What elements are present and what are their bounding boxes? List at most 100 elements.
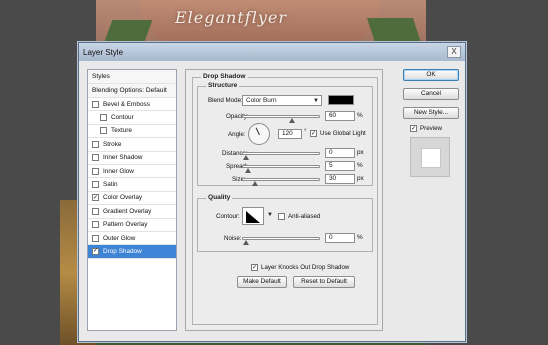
dialog-title: Layer Style: [83, 47, 124, 57]
preview-label: Preview: [420, 125, 443, 132]
style-item-label: Stroke: [103, 140, 122, 148]
opacity-input[interactable]: 60: [325, 111, 355, 121]
preview-swatch: [410, 137, 450, 177]
style-item-label: Inner Glow: [103, 167, 134, 175]
style-item-satin[interactable]: Satin: [88, 178, 176, 192]
anti-aliased-label: Anti-aliased: [288, 213, 321, 220]
spread-unit: %: [357, 162, 363, 169]
size-slider[interactable]: [242, 178, 320, 186]
background-title: Elegantflyer: [175, 8, 287, 27]
style-item-label: Gradient Overlay: [103, 207, 152, 215]
style-item-label: Color Overlay: [103, 194, 143, 202]
style-item-gradient-overlay[interactable]: Gradient Overlay: [88, 205, 176, 219]
use-global-light-label: Use Global Light: [320, 130, 366, 137]
layer-style-dialog: Layer Style X Styles Blending Options: D…: [78, 42, 466, 342]
spread-slider-thumb[interactable]: [245, 168, 251, 173]
structure-title: Structure: [206, 82, 240, 89]
checkbox-contour[interactable]: [100, 114, 107, 122]
style-item-stroke[interactable]: Stroke: [88, 138, 176, 152]
angle-needle: [255, 127, 260, 136]
style-item-inner-shadow[interactable]: Inner Shadow: [88, 152, 176, 165]
angle-input[interactable]: 120: [278, 129, 302, 139]
make-default-button[interactable]: Make Default: [237, 276, 287, 288]
style-item-label: Pattern Overlay: [103, 221, 148, 229]
style-item-label: Contour: [111, 114, 134, 122]
preview-inner: [421, 148, 441, 168]
style-item-contour[interactable]: Contour: [88, 111, 176, 125]
angle-dial[interactable]: [248, 123, 270, 145]
chevron-down-icon: ▼: [267, 212, 273, 218]
style-item-inner-glow[interactable]: Inner Glow: [88, 165, 176, 179]
drop-shadow-group: Drop Shadow Structure Blend Mode: Color …: [192, 73, 378, 325]
checkbox-satin[interactable]: [92, 181, 99, 189]
style-item-label: Bevel & Emboss: [103, 100, 150, 108]
structure-group: Structure Blend Mode: Color Burn ▼ Opaci…: [197, 82, 373, 186]
distance-unit: px: [357, 149, 364, 156]
quality-title: Quality: [206, 194, 233, 201]
use-global-light-checkbox[interactable]: ✓: [310, 130, 317, 137]
size-input[interactable]: 30: [325, 174, 355, 184]
close-button[interactable]: X: [447, 46, 461, 58]
contour-picker[interactable]: ▼: [242, 207, 273, 225]
blend-mode-label: Blend Mode:: [208, 97, 243, 104]
preview-checkbox[interactable]: ✓: [410, 125, 417, 132]
style-item-color-overlay[interactable]: ✓ Color Overlay: [88, 192, 176, 206]
blending-options-item[interactable]: Blending Options: Default: [88, 84, 176, 98]
style-item-bevel-emboss[interactable]: Bevel & Emboss: [88, 98, 176, 112]
opacity-slider-thumb[interactable]: [289, 118, 295, 123]
opacity-slider[interactable]: [242, 115, 320, 123]
checkbox-color-overlay[interactable]: ✓: [92, 194, 99, 202]
style-item-texture[interactable]: Texture: [88, 125, 176, 139]
noise-input[interactable]: 0: [325, 233, 355, 243]
distance-slider-thumb[interactable]: [243, 155, 249, 160]
distance-slider[interactable]: [242, 152, 320, 160]
close-icon: X: [451, 47, 457, 56]
size-unit: px: [357, 175, 364, 182]
style-item-label: Satin: [103, 181, 118, 189]
style-item-label: Outer Glow: [103, 234, 136, 242]
style-item-drop-shadow[interactable]: ✓ Drop Shadow: [88, 245, 176, 259]
contour-curve-icon: [246, 211, 260, 223]
blend-mode-select[interactable]: Color Burn ▼: [242, 95, 322, 106]
style-item-pattern-overlay[interactable]: Pattern Overlay: [88, 219, 176, 232]
noise-slider[interactable]: [242, 237, 320, 245]
opacity-unit: %: [357, 112, 363, 119]
checkbox-stroke[interactable]: [92, 140, 99, 148]
style-item-label: Texture: [111, 127, 132, 135]
noise-slider-thumb[interactable]: [243, 240, 249, 245]
distance-input[interactable]: 0: [325, 148, 355, 158]
angle-label: Angle:: [228, 131, 246, 138]
knockout-label: Layer Knocks Out Drop Shadow: [261, 264, 350, 271]
cancel-button[interactable]: Cancel: [403, 88, 459, 100]
contour-label: Contour:: [216, 213, 240, 220]
checkbox-bevel-emboss[interactable]: [92, 100, 99, 108]
blending-options-label: Blending Options: Default: [92, 87, 167, 94]
ok-button[interactable]: OK: [403, 69, 459, 81]
knockout-checkbox[interactable]: ✓: [251, 264, 258, 271]
anti-aliased-checkbox[interactable]: [278, 213, 285, 220]
checkbox-drop-shadow[interactable]: ✓: [92, 247, 99, 255]
reset-to-default-button[interactable]: Reset to Default: [293, 276, 355, 288]
style-item-label: Drop Shadow: [103, 247, 142, 255]
angle-unit: °: [304, 128, 307, 135]
checkbox-texture[interactable]: [100, 127, 107, 135]
checkbox-outer-glow[interactable]: [92, 234, 99, 242]
checkbox-inner-shadow[interactable]: [92, 154, 99, 162]
dialog-titlebar[interactable]: Layer Style X: [79, 43, 465, 61]
style-item-label: Inner Shadow: [103, 154, 143, 162]
chevron-down-icon: ▼: [313, 98, 319, 104]
styles-header[interactable]: Styles: [88, 70, 176, 84]
spread-slider[interactable]: [242, 165, 320, 173]
quality-group: Quality Contour: ▼ Anti-aliased Noise: 0…: [197, 194, 373, 252]
shadow-color-swatch[interactable]: [328, 95, 354, 105]
checkbox-pattern-overlay[interactable]: [92, 221, 99, 229]
checkbox-inner-glow[interactable]: [92, 167, 99, 175]
spread-input[interactable]: 5: [325, 161, 355, 171]
blend-mode-value: Color Burn: [246, 97, 277, 104]
checkbox-gradient-overlay[interactable]: [92, 207, 99, 215]
noise-unit: %: [357, 234, 363, 241]
size-slider-thumb[interactable]: [252, 181, 258, 186]
style-item-outer-glow[interactable]: Outer Glow: [88, 232, 176, 246]
drop-shadow-panel: Drop Shadow Structure Blend Mode: Color …: [185, 69, 383, 331]
new-style-button[interactable]: New Style...: [403, 107, 459, 119]
